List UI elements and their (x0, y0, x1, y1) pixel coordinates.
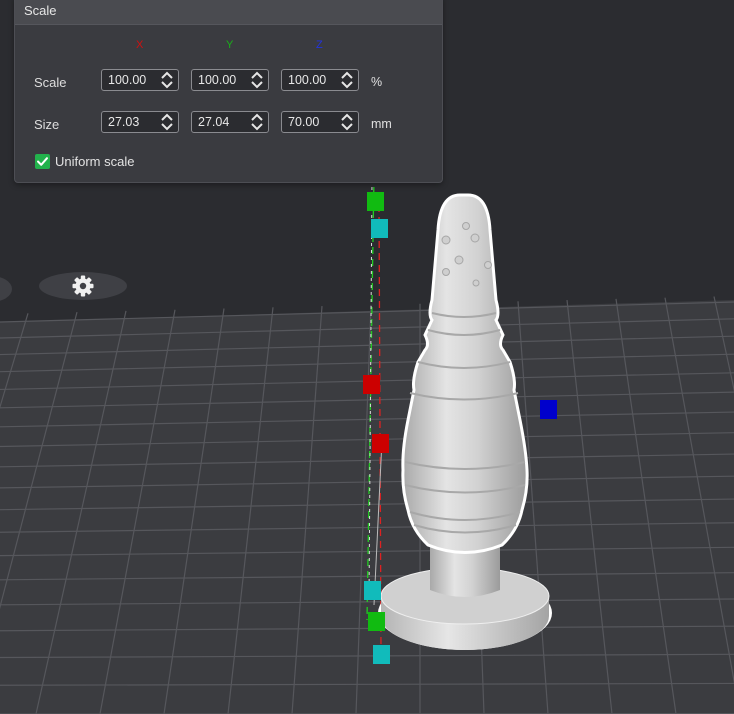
handle-red-lower[interactable] (372, 434, 389, 453)
handle-blue-right[interactable] (540, 400, 557, 419)
gear-icon (72, 275, 94, 297)
size-x-value: 27.03 (108, 115, 140, 129)
checkmark-icon (37, 157, 48, 166)
axis-label-y: Y (226, 39, 234, 51)
panel-title: Scale (24, 3, 57, 18)
scale-unit: % (371, 75, 383, 89)
scale-row-label: Scale (34, 75, 67, 90)
scale-z-input[interactable]: 100.00 (281, 69, 359, 91)
axis-label-x: X (136, 39, 144, 51)
size-z-value: 70.00 (288, 115, 320, 129)
spin-arrows-icon[interactable] (160, 113, 174, 131)
handle-cyan-low[interactable] (364, 581, 381, 600)
scale-z-value: 100.00 (288, 73, 327, 87)
scale-x-input[interactable]: 100.00 (101, 69, 179, 91)
scale-y-input[interactable]: 100.00 (191, 69, 269, 91)
panel-header: Scale (15, 0, 442, 25)
size-row-label: Size (34, 117, 60, 132)
settings-button[interactable] (39, 272, 127, 300)
handle-green-bottom[interactable] (368, 612, 385, 631)
scale-y-value: 100.00 (198, 73, 237, 87)
uniform-scale-label[interactable]: Uniform scale (55, 154, 134, 169)
uniform-scale-checkbox[interactable] (35, 154, 50, 169)
spin-arrows-icon[interactable] (340, 113, 354, 131)
spin-arrows-icon[interactable] (340, 71, 354, 89)
handle-green-top[interactable] (367, 192, 384, 211)
handle-cyan-bottom[interactable] (373, 645, 390, 664)
handle-cyan-top[interactable] (371, 219, 388, 238)
size-y-input[interactable]: 27.04 (191, 111, 269, 133)
build-plate (0, 300, 734, 714)
size-y-value: 27.04 (198, 115, 230, 129)
size-x-input[interactable]: 27.03 (101, 111, 179, 133)
scale-x-value: 100.00 (108, 73, 147, 87)
size-unit: mm (371, 117, 392, 131)
handle-red-mid[interactable] (363, 375, 380, 394)
size-z-input[interactable]: 70.00 (281, 111, 359, 133)
spin-arrows-icon[interactable] (160, 71, 174, 89)
spin-arrows-icon[interactable] (250, 113, 264, 131)
axis-label-z: Z (316, 39, 323, 51)
spin-arrows-icon[interactable] (250, 71, 264, 89)
scale-panel: Scale X Y Z Scale 100.00 100.00 100.00 %… (14, 0, 443, 183)
